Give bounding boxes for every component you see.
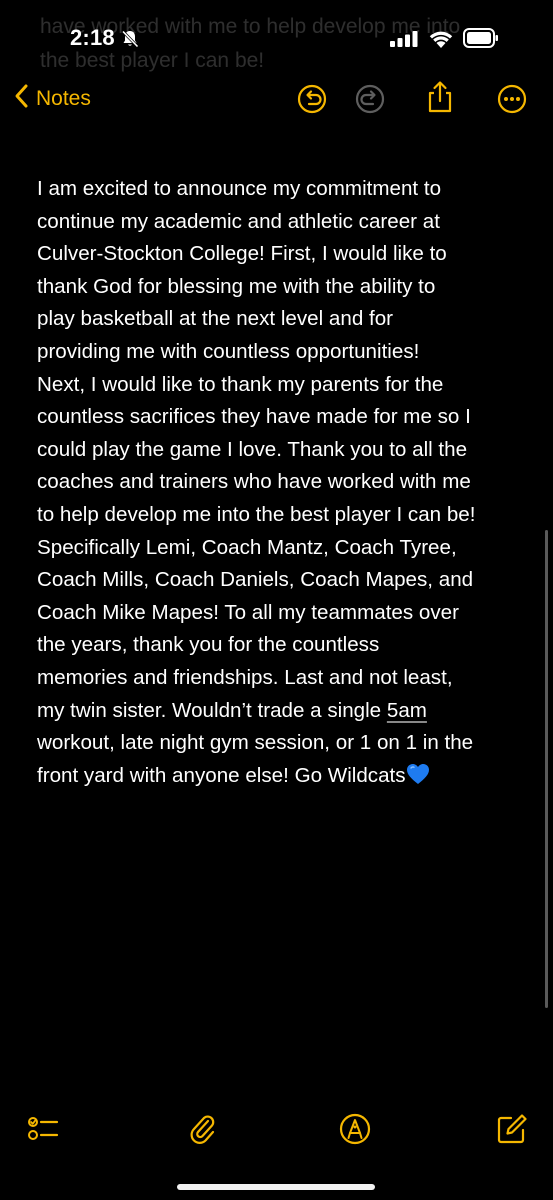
note-line: I am excited to announce my commitment t…	[37, 177, 442, 200]
note-line: the years, thank you for the countless	[37, 633, 380, 657]
note-text: front yard with anyone else! Go Wildcats	[37, 763, 406, 787]
note-line: play basketball at the next level and fo…	[37, 307, 394, 331]
note-line: thank God for blessing me with the abili…	[37, 274, 436, 298]
back-button-label: Notes	[36, 87, 91, 110]
detected-time-link[interactable]: 5am	[387, 699, 427, 722]
note-line: could play the game I love. Thank you to…	[37, 437, 468, 461]
note-line: workout, late night gym session, or 1 on…	[37, 731, 474, 755]
chevron-left-icon	[14, 83, 30, 115]
note-line: countless sacrifices they have made for …	[37, 405, 471, 429]
note-text: my twin sister. Wouldn’t trade a single	[37, 698, 387, 722]
attachment-icon[interactable]	[186, 1112, 220, 1146]
wifi-icon	[428, 29, 454, 53]
navigation-bar: Notes	[0, 78, 553, 122]
share-icon[interactable]	[425, 80, 455, 113]
markup-icon[interactable]	[338, 1112, 372, 1146]
note-body[interactable]: I am excited to announce my commitment t…	[37, 173, 527, 795]
home-indicator[interactable]	[177, 1184, 375, 1190]
back-button[interactable]: Notes	[14, 83, 91, 115]
note-line: Coach Mills, Coach Daniels, Coach Mapes,…	[37, 568, 474, 592]
redo-icon[interactable]	[355, 84, 385, 114]
blue-heart-emoji-icon	[406, 763, 430, 796]
cellular-signal-icon	[390, 31, 418, 52]
silent-bell-icon	[120, 29, 140, 54]
note-line: to help develop me into the best player …	[37, 502, 476, 526]
bottom-toolbar	[0, 1108, 553, 1152]
scroll-indicator[interactable]	[545, 530, 548, 1008]
status-bar: 2:18	[0, 0, 553, 78]
note-line: my twin sister. Wouldn’t trade a single …	[37, 695, 527, 728]
note-line: Culver-Stockton College! First, I would …	[37, 242, 447, 266]
note-line: Coach Mike Mapes! To all my teammates ov…	[37, 600, 459, 624]
note-line: continue my academic and athletic career…	[37, 209, 440, 233]
note-line: coaches and trainers who have worked wit…	[37, 470, 471, 494]
note-line: memories and friendships. Last and not l…	[37, 665, 453, 689]
more-icon[interactable]	[497, 84, 527, 114]
undo-icon[interactable]	[297, 84, 327, 114]
note-line: front yard with anyone else! Go Wildcats	[37, 760, 527, 796]
note-line: providing me with countless opportunitie…	[37, 339, 420, 363]
status-time: 2:18	[70, 25, 115, 50]
checklist-icon[interactable]	[26, 1112, 60, 1146]
note-line: Specifically Lemi, Coach Mantz, Coach Ty…	[37, 535, 457, 559]
compose-icon[interactable]	[495, 1112, 529, 1146]
note-line: Next, I would like to thank my parents f…	[37, 372, 444, 396]
battery-icon	[463, 28, 499, 53]
